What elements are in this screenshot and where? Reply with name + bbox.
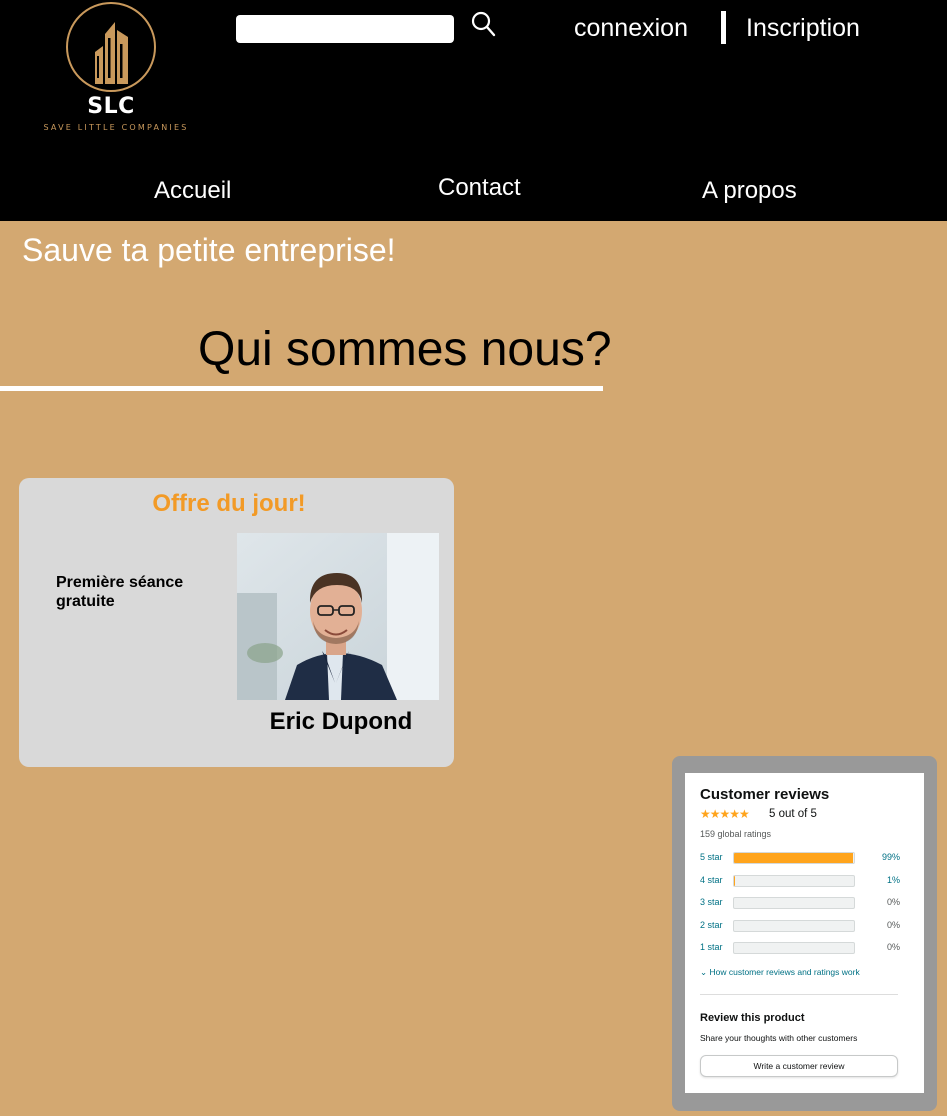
histogram-percent: 0% bbox=[886, 920, 900, 930]
histogram-row-1-star[interactable]: 1 star 0% bbox=[700, 941, 900, 955]
login-link[interactable]: connexion bbox=[574, 14, 688, 43]
logo-tagline: SAVE LITTLE COMPANIES bbox=[43, 123, 189, 132]
how-reviews-work-link[interactable]: ⌄ How customer reviews and ratings work bbox=[700, 967, 860, 978]
chevron-down-icon: ⌄ bbox=[700, 967, 708, 977]
auth-divider bbox=[721, 11, 726, 44]
offer-card[interactable]: Offre du jour! Première séance gratuite bbox=[19, 478, 454, 767]
logo[interactable]: SLC SAVE LITTLE COMPANIES bbox=[32, 0, 200, 138]
nav-item-accueil[interactable]: Accueil bbox=[154, 177, 231, 205]
site-header: SLC SAVE LITTLE COMPANIES connexion Insc… bbox=[0, 0, 947, 221]
star-rating-icon: ★★★★★ bbox=[700, 807, 750, 821]
search-icon[interactable] bbox=[468, 9, 500, 41]
histogram-label[interactable]: 2 star bbox=[700, 920, 723, 930]
histogram-percent[interactable]: 1% bbox=[870, 875, 900, 885]
histogram-bar bbox=[733, 942, 855, 954]
review-product-heading: Review this product bbox=[700, 1012, 805, 1024]
how-reviews-work-text: How customer reviews and ratings work bbox=[709, 967, 860, 977]
nav-item-contact[interactable]: Contact bbox=[438, 174, 521, 202]
histogram-row-2-star[interactable]: 2 star 0% bbox=[700, 919, 900, 933]
logo-name: SLC bbox=[87, 94, 135, 119]
histogram-percent: 0% bbox=[886, 942, 900, 952]
reviews-widget: Customer reviews ★★★★★ 5 out of 5 159 gl… bbox=[672, 756, 937, 1111]
write-review-button[interactable]: Write a customer review bbox=[700, 1055, 898, 1077]
reviews-average: 5 out of 5 bbox=[769, 808, 817, 820]
divider bbox=[700, 994, 898, 995]
histogram-percent[interactable]: 99% bbox=[870, 852, 900, 862]
reviews-count: 159 global ratings bbox=[700, 829, 772, 839]
histogram-bar bbox=[733, 852, 855, 864]
histogram-label[interactable]: 4 star bbox=[700, 875, 723, 885]
histogram-row-4-star[interactable]: 4 star 1% bbox=[700, 874, 900, 888]
reviews-heading: Customer reviews bbox=[700, 786, 830, 803]
histogram-row-3-star[interactable]: 3 star 0% bbox=[700, 896, 900, 910]
histogram-label[interactable]: 3 star bbox=[700, 897, 723, 907]
histogram-fill bbox=[734, 876, 736, 886]
histogram-bar bbox=[733, 920, 855, 932]
histogram-label[interactable]: 1 star bbox=[700, 942, 723, 952]
building-logo-icon bbox=[66, 2, 156, 92]
section-underline bbox=[0, 386, 603, 391]
person-photo bbox=[237, 533, 439, 700]
histogram-bar bbox=[733, 897, 855, 909]
histogram-row-5-star[interactable]: 5 star 99% bbox=[700, 851, 900, 865]
histogram-label[interactable]: 5 star bbox=[700, 852, 723, 862]
search-input[interactable] bbox=[236, 15, 454, 43]
person-name: Eric Dupond bbox=[269, 708, 413, 735]
histogram-fill bbox=[734, 853, 853, 863]
review-product-subtext: Share your thoughts with other customers bbox=[700, 1033, 858, 1043]
register-link[interactable]: Inscription bbox=[746, 14, 860, 43]
section-title: Qui sommes nous? bbox=[198, 323, 612, 376]
histogram-percent: 0% bbox=[886, 897, 900, 907]
offer-title: Offre du jour! bbox=[152, 490, 306, 517]
histogram-bar bbox=[733, 875, 855, 887]
reviews-panel: Customer reviews ★★★★★ 5 out of 5 159 gl… bbox=[685, 773, 924, 1093]
page-tagline: Sauve ta petite entreprise! bbox=[22, 232, 396, 268]
offer-description: Première séance gratuite bbox=[56, 574, 184, 610]
nav-item-a-propos[interactable]: A propos bbox=[702, 177, 797, 205]
